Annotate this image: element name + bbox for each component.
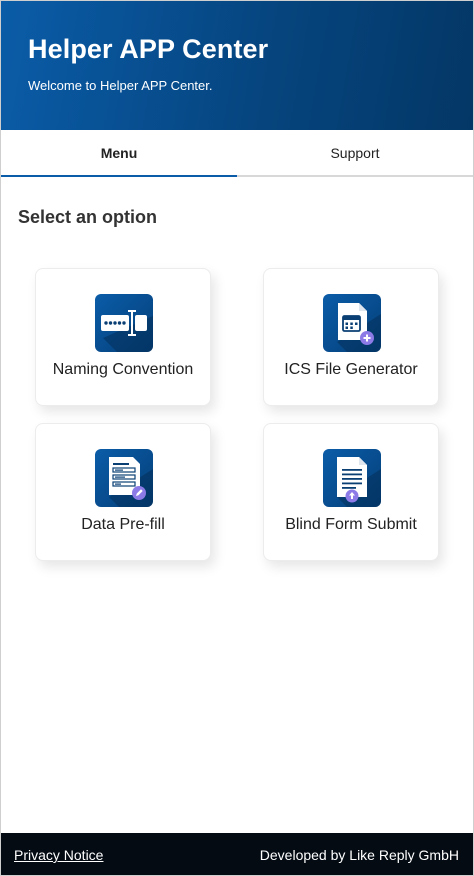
option-card-blind-form-submit[interactable]: Blind Form Submit xyxy=(263,423,439,561)
app-footer: Privacy Notice Developed by Like Reply G… xyxy=(1,833,473,875)
option-label: Blind Form Submit xyxy=(285,516,417,533)
privacy-notice-link[interactable]: Privacy Notice xyxy=(14,847,103,863)
tab-bar: Menu Support xyxy=(1,131,473,177)
tab-menu[interactable]: Menu xyxy=(1,131,237,177)
document-upload-icon xyxy=(323,449,381,507)
option-card-data-pre-fill[interactable]: Data Pre-fill xyxy=(35,423,211,561)
option-card-ics-file-generator[interactable]: ICS File Generator xyxy=(263,268,439,406)
option-card-naming-convention[interactable]: Naming Convention xyxy=(35,268,211,406)
option-label: ICS File Generator xyxy=(284,361,418,378)
app-header: Helper APP Center Welcome to Helper APP … xyxy=(1,1,473,130)
option-label: Naming Convention xyxy=(52,361,194,378)
password-field-icon xyxy=(95,294,153,352)
form-edit-icon xyxy=(95,449,153,507)
calendar-file-add-icon xyxy=(323,294,381,352)
app-subtitle: Welcome to Helper APP Center. xyxy=(28,78,213,93)
option-label: Data Pre-fill xyxy=(81,516,165,533)
app-title: Helper APP Center xyxy=(28,34,269,64)
developer-credit: Developed by Like Reply GmbH xyxy=(259,847,459,863)
section-title: Select an option xyxy=(18,207,158,227)
tab-support[interactable]: Support xyxy=(237,131,473,175)
